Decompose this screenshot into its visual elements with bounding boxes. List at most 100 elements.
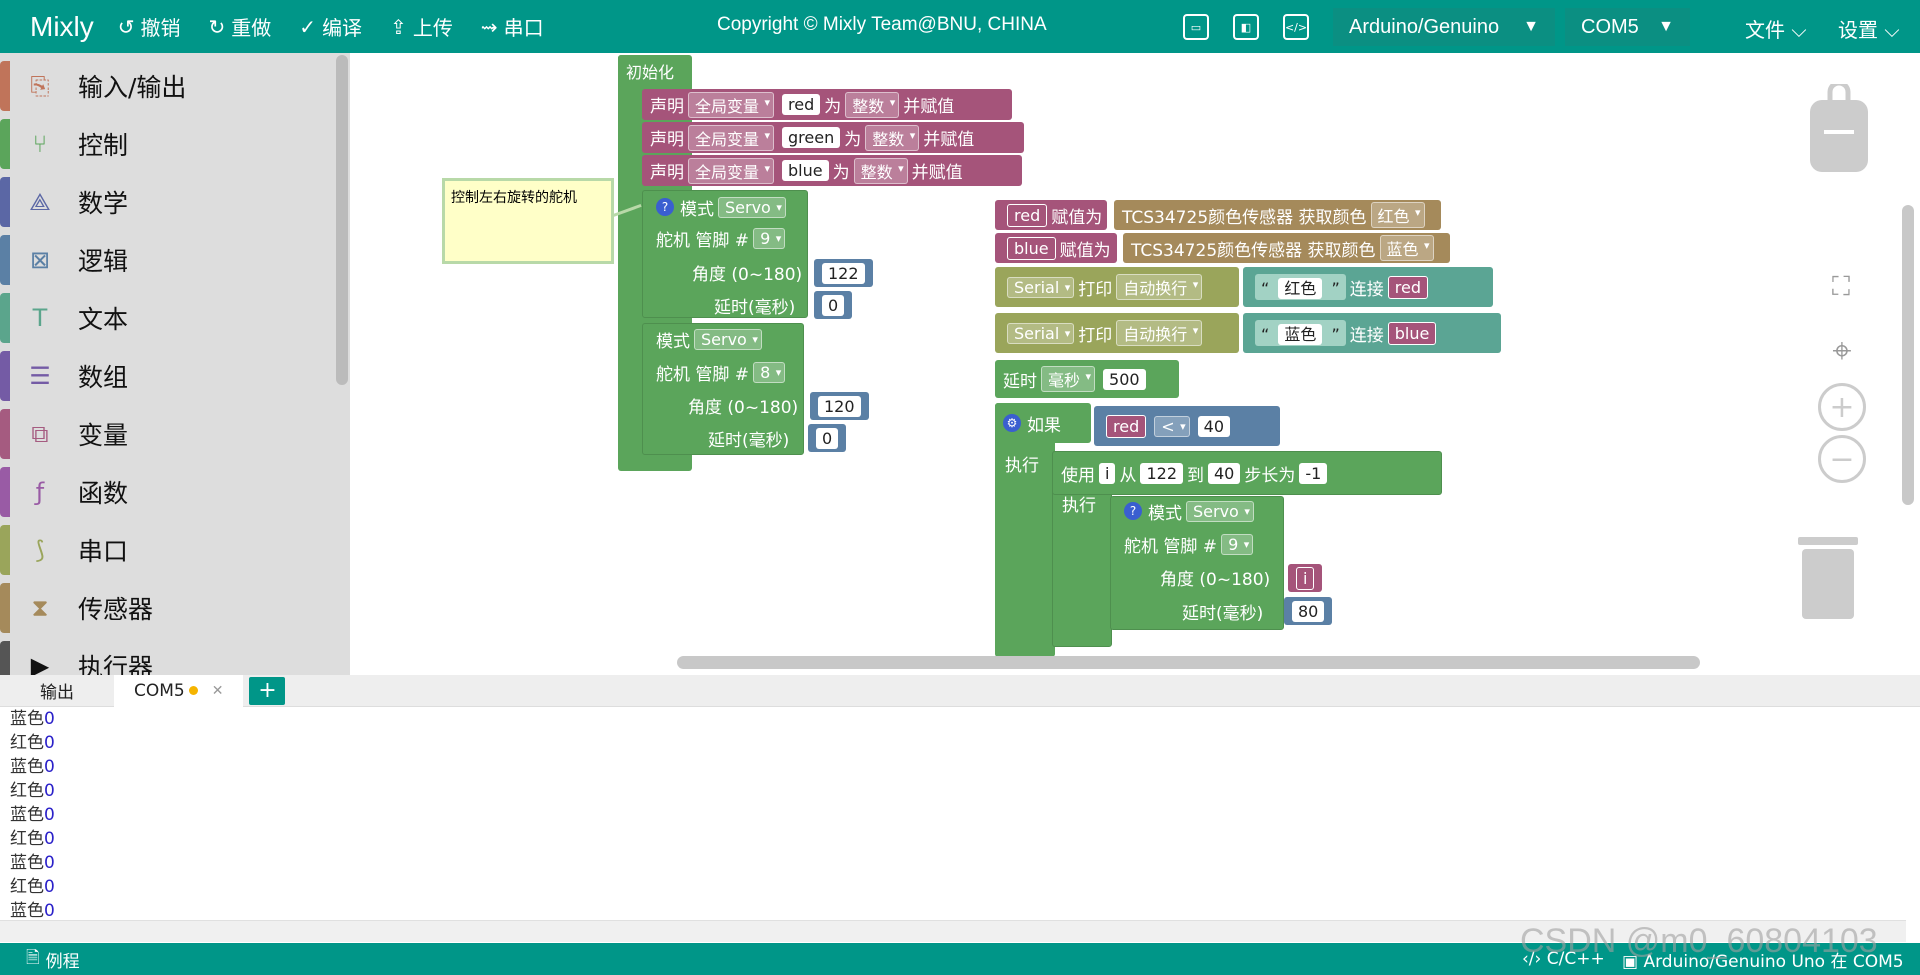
backpack-icon[interactable]	[1806, 83, 1872, 175]
serial-button[interactable]: ⇝ 串口	[481, 12, 544, 41]
compare-value[interactable]: 40	[1197, 415, 1230, 437]
add-tab-button[interactable]: +	[249, 676, 286, 705]
serial-dropdown[interactable]: Serial	[1007, 276, 1075, 298]
help-icon[interactable]: ?	[1124, 502, 1142, 520]
tab-output[interactable]: 输出	[0, 675, 114, 707]
board-select[interactable]: Arduino/Genuino ▼	[1333, 8, 1555, 46]
newline-dropdown[interactable]: 自动换行	[1116, 320, 1203, 346]
gear-icon[interactable]: ⚙	[1003, 414, 1021, 432]
from-value[interactable]: 122	[1140, 462, 1183, 484]
scope-dropdown[interactable]: 全局变量	[688, 124, 775, 151]
sidebar-item-sensor[interactable]: ⧗ 传感器	[0, 581, 336, 635]
newline-dropdown[interactable]: 自动换行	[1116, 274, 1203, 300]
scope-dropdown[interactable]: 全局变量	[688, 91, 775, 118]
upload-button[interactable]: ⇪ 上传	[390, 12, 453, 41]
workspace-horizontal-scrollbar[interactable]	[677, 656, 1700, 669]
loop-variable-field[interactable]: i	[1099, 462, 1116, 484]
variable-field[interactable]: red	[1007, 203, 1048, 227]
workspace-vertical-scrollbar[interactable]	[1902, 205, 1914, 505]
code-view-icon[interactable]: ▭	[1183, 14, 1209, 40]
string-value[interactable]: 红色	[1278, 278, 1323, 299]
type-dropdown[interactable]: 整数	[865, 124, 920, 151]
sidebar-item-function[interactable]: ƒ 函数	[0, 465, 336, 519]
declare-green-block[interactable]: 声明 全局变量 green 为 整数 并赋值	[642, 122, 1024, 153]
sidebar-item-math[interactable]: ⟁ 数学	[0, 175, 336, 229]
servo-mode-dropdown[interactable]: Servo	[718, 196, 786, 218]
xml-view-icon[interactable]: </>	[1283, 14, 1309, 40]
tcs-get-red-block[interactable]: TCS34725颜色传感器 获取颜色 红色	[1114, 200, 1441, 230]
delay-input-block[interactable]: 80	[1284, 597, 1333, 625]
undo-button[interactable]: ↺ 撤销	[118, 12, 181, 41]
compile-button[interactable]: ✓ 编译	[299, 12, 362, 41]
serial-print-blue-block[interactable]: Serial打印自动换行	[995, 313, 1239, 353]
assign-blue-block[interactable]: blue 赋值为	[995, 233, 1117, 263]
serial-console[interactable]: 蓝色0 红色0 蓝色0 红色0 蓝色0 红色0 蓝色0 红色0 蓝色0	[10, 707, 55, 923]
pin-dropdown[interactable]: 9	[753, 227, 786, 249]
trash-icon[interactable]	[1796, 533, 1860, 623]
delay-value[interactable]: 80	[1292, 600, 1325, 622]
sidebar-item-variable[interactable]: ⧉ 变量	[0, 407, 336, 461]
scope-dropdown[interactable]: 全局变量	[688, 157, 775, 184]
sidebar-scrollbar[interactable]	[336, 55, 348, 385]
sidebar-item-io[interactable]: ⎘ 输入/输出	[0, 59, 336, 113]
angle-value[interactable]: 120	[818, 395, 861, 417]
if-block-header[interactable]: ⚙ 如果	[995, 403, 1091, 443]
variable-name-field[interactable]: blue	[782, 160, 829, 181]
sidebar-item-serial[interactable]: ⟆ 串口	[0, 523, 336, 577]
compare-block[interactable]: red <40	[1094, 406, 1280, 446]
sidebar-item-actuator[interactable]: ▶ 执行器	[0, 639, 336, 675]
for-loop-header[interactable]: 使用 i 从 122 到 40 步长为 -1	[1052, 451, 1442, 495]
servo-mode-dropdown[interactable]: Servo	[694, 328, 762, 350]
pin-dropdown[interactable]: 8	[753, 361, 786, 383]
variable-field[interactable]: blue	[1387, 321, 1437, 345]
variable-field[interactable]: red	[1106, 414, 1147, 438]
tcs-get-blue-block[interactable]: TCS34725颜色传感器 获取颜色 蓝色	[1123, 233, 1450, 263]
declare-blue-block[interactable]: 声明 全局变量 blue 为 整数 并赋值	[642, 155, 1022, 186]
examples-button[interactable]: 🗎 例程	[26, 945, 80, 974]
delay-value[interactable]: 500	[1103, 368, 1146, 390]
sidebar-item-control[interactable]: ⑂ 控制	[0, 117, 336, 171]
declare-red-block[interactable]: 声明 全局变量 red 为 整数 并赋值	[642, 89, 1012, 120]
fullscreen-icon[interactable]: ⛶	[1821, 267, 1861, 307]
variable-name-field[interactable]: green	[782, 127, 841, 148]
zoom-out-icon[interactable]: −	[1818, 435, 1866, 483]
sidebar-item-array[interactable]: ☰ 数组	[0, 349, 336, 403]
delay-input-block[interactable]: 0	[808, 424, 847, 452]
delay-input-block[interactable]: 0	[814, 291, 853, 319]
angle-input-block[interactable]: 120	[810, 392, 869, 420]
servo-mode-dropdown[interactable]: Servo	[1186, 500, 1254, 522]
angle-value[interactable]: 122	[822, 262, 865, 284]
color-dropdown[interactable]: 红色	[1370, 202, 1425, 228]
concat-blue-block[interactable]: “ 蓝色 ” 连接 blue	[1243, 313, 1501, 353]
sidebar-item-text[interactable]: T 文本	[0, 291, 336, 345]
delay-value[interactable]: 0	[822, 294, 845, 316]
redo-button[interactable]: ↻ 重做	[209, 12, 272, 41]
color-dropdown[interactable]: 蓝色	[1379, 235, 1434, 261]
port-select[interactable]: COM5 ▼	[1565, 8, 1690, 46]
step-value[interactable]: -1	[1299, 462, 1328, 484]
angle-input-block[interactable]: 122	[814, 259, 873, 287]
variable-name-field[interactable]: red	[782, 94, 821, 115]
delay-value[interactable]: 0	[816, 427, 839, 449]
comment-note[interactable]: 控制左右旋转的舵机	[442, 178, 614, 264]
block-workspace[interactable]: 初始化 声明 全局变量 red 为 整数 并赋值 声明 全局变量 green 为…	[350, 53, 1920, 675]
concat-red-block[interactable]: “ 红色 ” 连接 red	[1243, 267, 1493, 307]
type-dropdown[interactable]: 整数	[853, 157, 908, 184]
help-icon[interactable]: ?	[656, 198, 674, 216]
variable-field[interactable]: red	[1387, 275, 1428, 299]
loop-variable-field[interactable]: i	[1296, 566, 1315, 590]
zoom-in-icon[interactable]: +	[1818, 383, 1866, 431]
serial-print-red-block[interactable]: Serial打印自动换行	[995, 267, 1239, 307]
string-value[interactable]: 蓝色	[1278, 324, 1323, 345]
pin-dropdown[interactable]: 9	[1221, 533, 1254, 555]
string-field[interactable]: “ 红色 ”	[1255, 274, 1346, 300]
delay-block[interactable]: 延时毫秒 500	[995, 360, 1179, 398]
split-view-icon[interactable]: ◧	[1233, 14, 1259, 40]
assign-red-block[interactable]: red 赋值为	[995, 200, 1107, 230]
type-dropdown[interactable]: 整数	[845, 91, 900, 118]
serial-dropdown[interactable]: Serial	[1007, 322, 1075, 344]
to-value[interactable]: 40	[1208, 462, 1241, 484]
operator-dropdown[interactable]: <	[1154, 415, 1190, 437]
unit-dropdown[interactable]: 毫秒	[1041, 366, 1096, 392]
variable-field[interactable]: blue	[1007, 236, 1056, 260]
